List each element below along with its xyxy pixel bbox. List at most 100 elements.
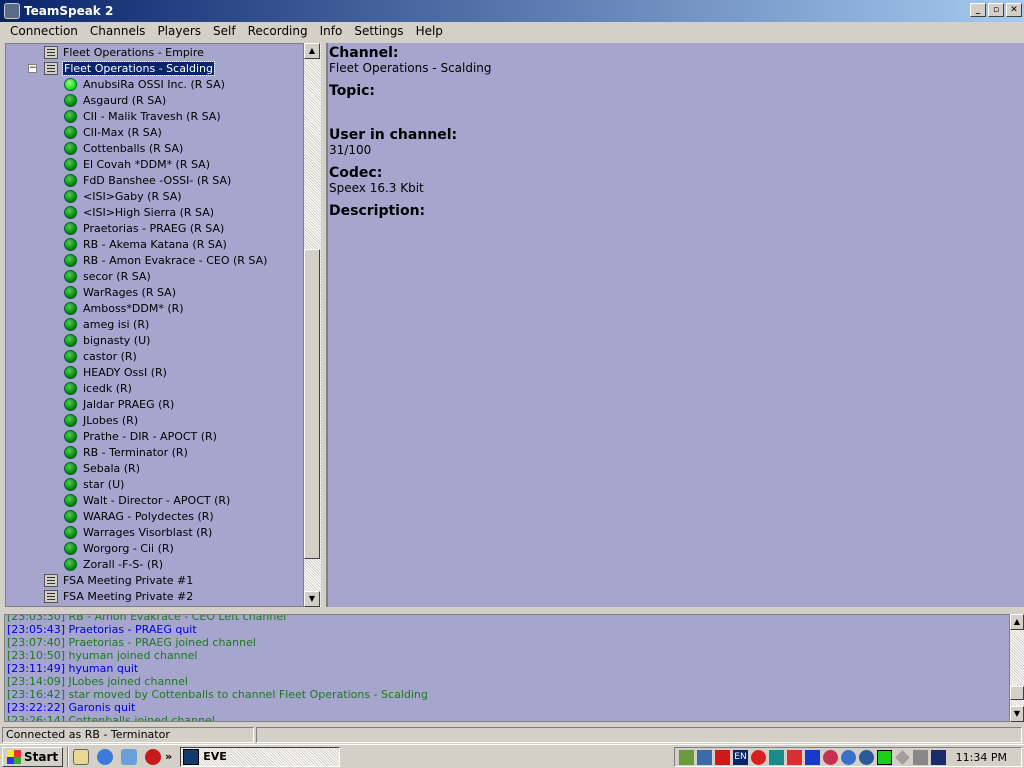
- play-tray-icon[interactable]: [805, 749, 820, 765]
- outlook-icon[interactable]: [121, 748, 138, 765]
- menu-settings[interactable]: Settings: [348, 24, 409, 38]
- player-name: AnubsiRa OSSI Inc. (R SA): [83, 77, 225, 91]
- tree-scrollbar[interactable]: ▲ ▼: [304, 43, 321, 607]
- menu-players[interactable]: Players: [151, 24, 207, 38]
- menu-recording[interactable]: Recording: [242, 24, 314, 38]
- player-status-icon: [64, 557, 77, 571]
- player-item[interactable]: WarRages (R SA): [64, 284, 176, 300]
- event-log[interactable]: [23:03:30] RB - Amon Evakrace - CEO Left…: [4, 614, 1010, 722]
- menu-connection[interactable]: Connection: [4, 24, 84, 38]
- block-tray-icon[interactable]: [823, 749, 838, 765]
- globe2-tray-icon[interactable]: [859, 749, 874, 765]
- player-name: star (U): [83, 477, 125, 491]
- player-item[interactable]: Prathe - DIR - APOCT (R): [64, 428, 217, 444]
- player-item[interactable]: bignasty (U): [64, 332, 150, 348]
- player-name: Cottenballs (R SA): [83, 141, 184, 155]
- player-item[interactable]: ameg isi (R): [64, 316, 149, 332]
- diamond-tray-icon[interactable]: [895, 749, 910, 765]
- player-item[interactable]: HEADY OssI (R): [64, 364, 167, 380]
- scroll-up-button[interactable]: ▲: [304, 43, 320, 59]
- player-item[interactable]: RB - Terminator (R): [64, 444, 188, 460]
- player-item[interactable]: RB - Akema Katana (R SA): [64, 236, 227, 252]
- player-item[interactable]: Asgaurd (R SA): [64, 92, 166, 108]
- opera-icon[interactable]: [145, 748, 162, 765]
- player-item[interactable]: AnubsiRa OSSI Inc. (R SA): [64, 76, 225, 92]
- player-item[interactable]: Sebala (R): [64, 460, 140, 476]
- player-item[interactable]: icedk (R): [64, 380, 132, 396]
- close-button[interactable]: ✕: [1006, 3, 1022, 17]
- player-status-icon: [64, 525, 77, 539]
- player-item[interactable]: Zorall -F-S- (R): [64, 556, 163, 572]
- fire-tray-icon[interactable]: [787, 749, 802, 765]
- menu-help[interactable]: Help: [410, 24, 449, 38]
- player-item[interactable]: WARAG - Polydectes (R): [64, 508, 214, 524]
- log-line: [23:22:22] Garonis quit: [7, 701, 136, 714]
- log-line: [23:26:14] Cottenballs joined channel: [7, 714, 215, 722]
- quicklaunch-chevron[interactable]: »: [165, 750, 172, 763]
- notepad-icon[interactable]: [73, 748, 90, 765]
- player-item[interactable]: RB - Amon Evakrace - CEO (R SA): [64, 252, 267, 268]
- player-item[interactable]: CII - Malik Travesh (R SA): [64, 108, 221, 124]
- player-item[interactable]: castor (R): [64, 348, 137, 364]
- computer-tray-icon[interactable]: [697, 749, 712, 765]
- green-tray-icon[interactable]: [877, 749, 892, 765]
- start-button[interactable]: Start: [2, 746, 64, 767]
- scroll-down-button[interactable]: ▼: [304, 591, 320, 607]
- player-item[interactable]: <ISI>High Sierra (R SA): [64, 204, 214, 220]
- minimize-button[interactable]: _: [970, 3, 986, 17]
- menu-channels[interactable]: Channels: [84, 24, 152, 38]
- player-item[interactable]: star (U): [64, 476, 124, 492]
- player-item[interactable]: CII-Max (R SA): [64, 124, 162, 140]
- player-item[interactable]: Warrages Visorblast (R): [64, 524, 212, 540]
- scroll-thumb[interactable]: [304, 249, 320, 559]
- teamspeak-tray-icon[interactable]: [913, 749, 928, 765]
- internet-explorer-icon[interactable]: [97, 748, 114, 765]
- channel-item[interactable]: FSA Meeting Private #1: [44, 572, 193, 588]
- flash-tray-icon[interactable]: [751, 749, 766, 765]
- player-item[interactable]: El Covah *DDM* (R SA): [64, 156, 210, 172]
- menu-info[interactable]: Info: [314, 24, 349, 38]
- player-item[interactable]: secor (R SA): [64, 268, 151, 284]
- monitor-tray-icon[interactable]: [931, 749, 946, 765]
- player-item[interactable]: Jaldar PRAEG (R): [64, 396, 174, 412]
- status-bar: Connected as RB - Terminator: [2, 727, 1022, 743]
- log-scroll-down-button[interactable]: ▼: [1010, 706, 1024, 722]
- player-item[interactable]: Amboss*DDM* (R): [64, 300, 184, 316]
- status-text: Connected as RB - Terminator: [2, 727, 254, 743]
- player-status-icon: [64, 237, 77, 251]
- player-status-icon: [64, 429, 77, 443]
- globe-tray-icon[interactable]: [841, 749, 856, 765]
- channel-item[interactable]: Fleet Operations - Empire: [44, 44, 204, 60]
- channel-item[interactable]: − Fleet Operations - Scalding: [28, 60, 215, 76]
- player-name: WARAG - Polydectes (R): [83, 509, 214, 523]
- network-tray-icon[interactable]: [679, 749, 694, 765]
- player-item[interactable]: JLobes (R): [64, 412, 138, 428]
- player-item[interactable]: FdD Banshee -OSSI- (R SA): [64, 172, 231, 188]
- ati-tray-icon[interactable]: [715, 749, 730, 765]
- player-name: JLobes (R): [83, 413, 139, 427]
- taskbar-item-eve[interactable]: EVE: [180, 746, 341, 767]
- player-item[interactable]: <ISI>Gaby (R SA): [64, 188, 182, 204]
- channel-icon: [44, 61, 58, 75]
- channel-tree[interactable]: Fleet Operations - Empire − Fleet Operatio…: [5, 43, 304, 607]
- channel-name[interactable]: Fleet Operations - Scalding: [62, 60, 215, 76]
- log-scroll-thumb[interactable]: [1010, 686, 1024, 700]
- player-status-icon: [64, 253, 77, 267]
- collapse-toggle[interactable]: −: [28, 63, 37, 73]
- log-line: [23:05:43] Praetorias - PRAEG quit: [7, 623, 197, 636]
- player-item[interactable]: Praetorias - PRAEG (R SA): [64, 220, 224, 236]
- restore-button[interactable]: ▫: [988, 3, 1004, 17]
- menu-self[interactable]: Self: [207, 24, 242, 38]
- channel-item[interactable]: FSA Meeting Private #2: [44, 588, 193, 604]
- player-item[interactable]: Walt - Director - APOCT (R): [64, 492, 230, 508]
- player-item[interactable]: Cottenballs (R SA): [64, 140, 183, 156]
- language-tray-icon[interactable]: EN: [733, 749, 748, 765]
- topic-label: Topic:: [329, 83, 376, 99]
- player-item[interactable]: Worgorg - Cii (R): [64, 540, 174, 556]
- l-tray-icon[interactable]: [769, 749, 784, 765]
- log-scrollbar[interactable]: ▲ ▼: [1010, 614, 1024, 722]
- player-name: El Covah *DDM* (R SA): [83, 157, 210, 171]
- log-scroll-up-button[interactable]: ▲: [1010, 614, 1024, 630]
- player-status-icon: [64, 109, 77, 123]
- player-name: icedk (R): [83, 381, 132, 395]
